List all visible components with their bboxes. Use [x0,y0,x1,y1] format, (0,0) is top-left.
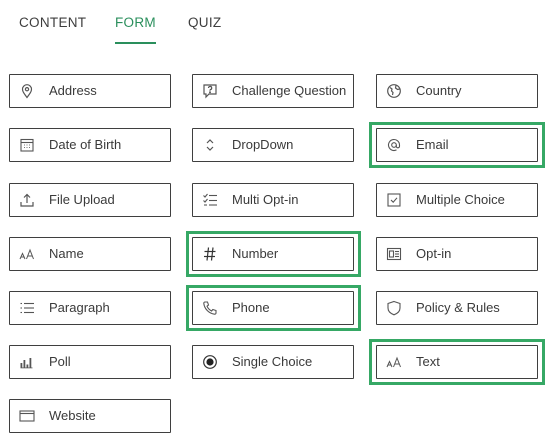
field-label: File Upload [49,192,115,207]
field-label: Website [49,408,96,423]
field-text[interactable]: Text [376,345,538,379]
field-label: Poll [49,354,71,369]
chevron-updown-icon [201,136,219,154]
field-policy-rules[interactable]: Policy & Rules [376,291,538,325]
text-size-icon [385,353,403,371]
field-country[interactable]: Country [376,74,538,108]
tab-label: CONTENT [19,15,87,30]
field-name[interactable]: Name [9,237,171,271]
bar-chart-icon [18,353,36,371]
field-label: Opt-in [416,246,452,261]
tab-bar: CONTENT FORM QUIZ [0,0,548,46]
upload-icon [18,191,36,209]
field-number[interactable]: Number [192,237,354,271]
field-label: DropDown [232,137,294,152]
globe-icon [385,82,403,100]
at-sign-icon [385,136,403,154]
field-label: Text [416,354,440,369]
question-bubble-icon [201,82,219,100]
field-label: Paragraph [49,300,110,315]
field-challenge-question[interactable]: Challenge Question [192,74,354,108]
tab-label: FORM [115,15,156,30]
calendar-icon [18,136,36,154]
field-multiple-choice[interactable]: Multiple Choice [376,183,538,217]
list-lines-icon [18,299,36,317]
tab-quiz[interactable]: QUIZ [188,14,221,44]
field-opt-in[interactable]: Opt-in [376,237,538,271]
field-label: Email [416,137,449,152]
optin-card-icon [385,245,403,263]
field-label: Challenge Question [232,83,347,98]
location-pin-icon [18,82,36,100]
field-label: Number [232,246,279,261]
field-label: Multi Opt-in [232,192,299,207]
field-multi-opt-in[interactable]: Multi Opt-in [192,183,354,217]
field-phone[interactable]: Phone [192,291,354,325]
field-label: Single Choice [232,354,313,369]
tab-label: QUIZ [188,15,222,30]
field-single-choice[interactable]: Single Choice [192,345,354,379]
field-address[interactable]: Address [9,74,171,108]
hash-icon [201,245,219,263]
field-file-upload[interactable]: File Upload [9,183,171,217]
field-date-of-birth[interactable]: Date of Birth [9,128,171,162]
tab-content[interactable]: CONTENT [19,14,86,44]
tab-form[interactable]: FORM [115,14,156,44]
phone-icon [201,299,219,317]
field-poll[interactable]: Poll [9,345,171,379]
field-website[interactable]: Website [9,399,171,433]
radio-button-icon [201,353,219,371]
shield-icon [385,299,403,317]
field-label: Multiple Choice [416,192,505,207]
text-size-icon [18,245,36,263]
field-paragraph[interactable]: Paragraph [9,291,171,325]
active-tab-indicator [115,42,156,44]
field-email[interactable]: Email [376,128,538,162]
checklist-icon [201,191,219,209]
field-dropdown[interactable]: DropDown [192,128,354,162]
field-label: Date of Birth [49,137,122,152]
field-label: Address [49,83,97,98]
checkbox-icon [385,191,403,209]
field-label: Policy & Rules [416,300,500,315]
field-label: Country [416,83,462,98]
browser-window-icon [18,407,36,425]
field-label: Name [49,246,84,261]
field-label: Phone [232,300,270,315]
